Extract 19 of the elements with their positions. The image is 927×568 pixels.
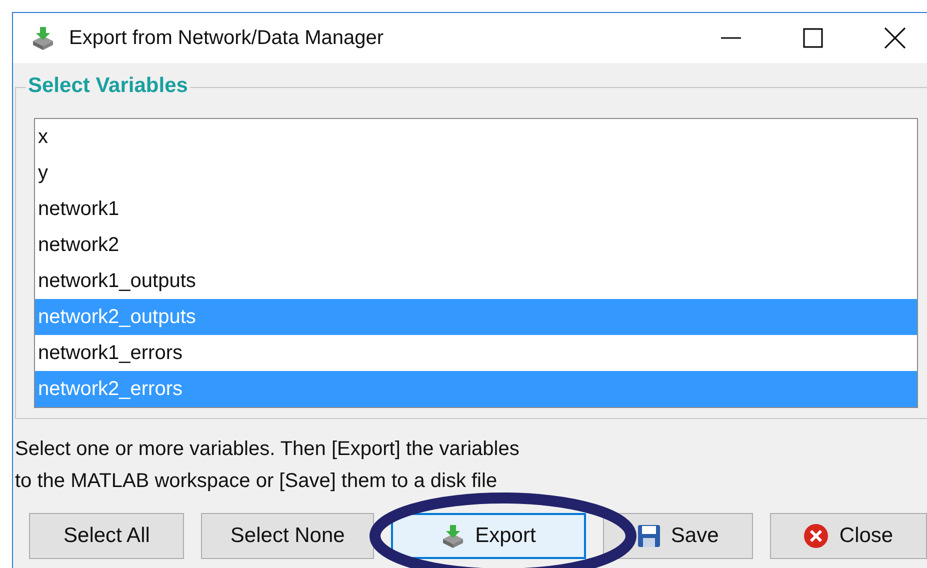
close-icon	[803, 523, 830, 549]
list-item[interactable]: network2	[35, 227, 917, 263]
help-text: to the MATLAB workspace or [Save] them to a disk file	[15, 469, 498, 494]
export-button[interactable]: Export	[390, 513, 586, 559]
close-button[interactable]: Close	[770, 513, 927, 559]
list-item[interactable]: network1_errors	[35, 335, 917, 371]
app-icon	[31, 25, 55, 51]
help-text: Select one or more variables. Then [Export] the variables	[15, 437, 520, 462]
list-item[interactable]: x	[35, 119, 917, 155]
list-item[interactable]: network1	[35, 191, 917, 227]
save-icon	[636, 524, 661, 548]
dialog-button[interactable]: Select None	[201, 513, 374, 559]
close-icon[interactable]	[883, 26, 907, 50]
maximize-icon[interactable]	[801, 26, 825, 50]
dialog-button[interactable]: Select All	[29, 513, 184, 559]
window-title: Export from Network/Data Manager	[69, 26, 385, 50]
export-icon	[441, 523, 466, 549]
list-item[interactable]: network1_outputs	[35, 263, 917, 299]
list-item[interactable]: y	[35, 155, 917, 191]
